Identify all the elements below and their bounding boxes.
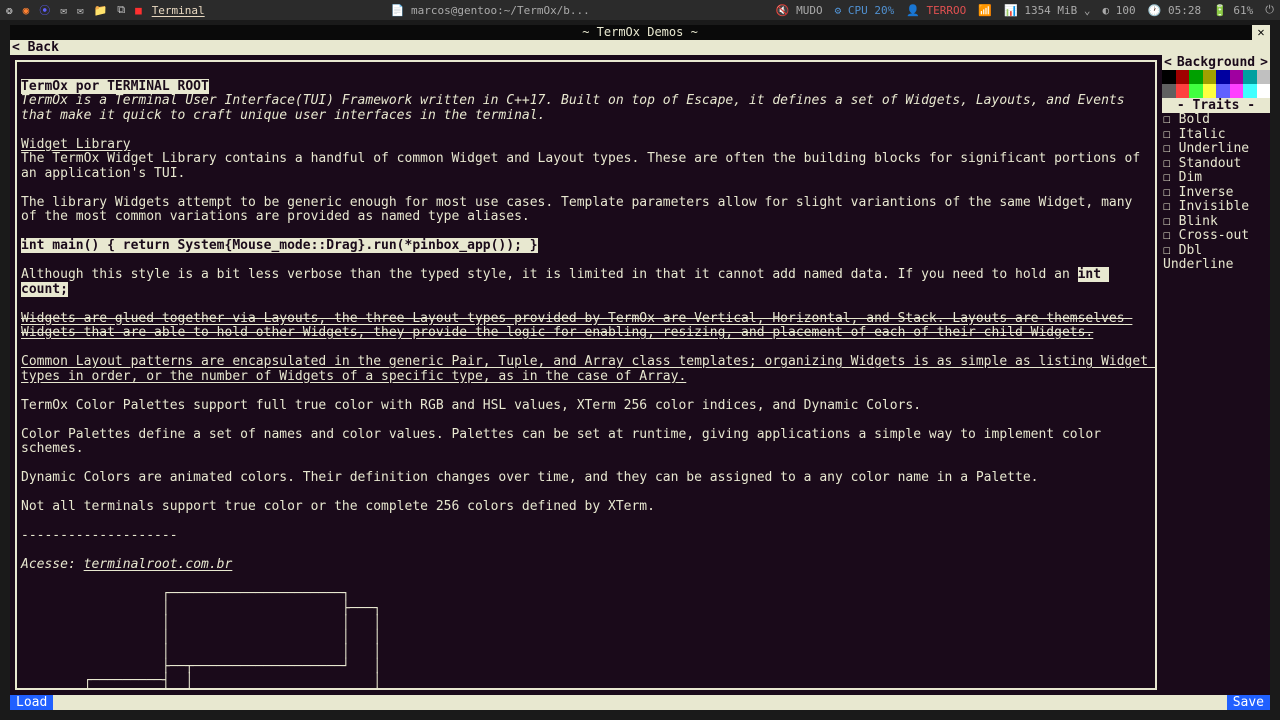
menu-icon[interactable]: ✉ bbox=[60, 4, 67, 17]
menu-icon[interactable]: ⧉ bbox=[117, 3, 125, 17]
palette-swatch[interactable] bbox=[1257, 84, 1271, 98]
doc-title: TermOx por TERMINAL ROOT bbox=[21, 79, 209, 94]
doc-access-label: Acesse: bbox=[21, 557, 84, 572]
color-palette[interactable] bbox=[1162, 70, 1270, 98]
doc-paragraph: Color Palettes define a set of names and… bbox=[21, 427, 1109, 457]
power-icon[interactable]: ⏻ bbox=[1265, 3, 1274, 17]
doc-paragraph: Dynamic Colors are animated colors. Thei… bbox=[21, 470, 1038, 485]
window-title: ~ TermOx Demos ~ bbox=[582, 25, 698, 39]
palette-swatch[interactable] bbox=[1230, 84, 1244, 98]
palette-swatch[interactable] bbox=[1203, 84, 1217, 98]
palette-swatch[interactable] bbox=[1176, 84, 1190, 98]
menu-icon[interactable]: ❂ bbox=[6, 4, 13, 17]
palette-swatch[interactable] bbox=[1216, 84, 1230, 98]
doc-paragraph: Although this style is a bit less verbos… bbox=[21, 267, 1078, 282]
status-mute[interactable]: 🔇 MUDO bbox=[776, 4, 823, 17]
palette-swatch[interactable] bbox=[1243, 70, 1257, 84]
menu-icon[interactable]: ◉ bbox=[23, 4, 30, 17]
doc-paragraph: TermOx Color Palettes support full true … bbox=[21, 398, 921, 413]
palette-swatch[interactable] bbox=[1162, 84, 1176, 98]
palette-swatch[interactable] bbox=[1176, 70, 1190, 84]
footer: Load Save bbox=[10, 695, 1270, 710]
app-window: ~ TermOx Demos ~ ✕ < Back TermOx por TER… bbox=[10, 25, 1270, 710]
doc-code: int main() { return System{Mouse_mode::D… bbox=[21, 238, 538, 253]
menu-icon[interactable]: ■ bbox=[135, 4, 142, 17]
menu-icon[interactable]: 📁 bbox=[94, 4, 108, 17]
palette-swatch[interactable] bbox=[1216, 70, 1230, 84]
status-wifi[interactable]: 📶 bbox=[978, 4, 992, 17]
trait-checkbox[interactable]: Dim bbox=[1162, 171, 1270, 186]
trait-checkbox[interactable]: Italic bbox=[1162, 128, 1270, 143]
trait-checkbox[interactable]: Standout bbox=[1162, 157, 1270, 172]
titlebar: ~ TermOx Demos ~ ✕ bbox=[10, 25, 1270, 40]
window-title-center: 📄 marcos@gentoo:~/TermOx/b... bbox=[213, 4, 768, 17]
trait-checkbox[interactable]: Dbl Underline bbox=[1162, 244, 1270, 273]
doc-heading: Widget Library bbox=[21, 137, 131, 152]
palette-swatch[interactable] bbox=[1189, 70, 1203, 84]
bg-prev[interactable]: < bbox=[1164, 55, 1172, 70]
doc-paragraph: Not all terminals support true color or … bbox=[21, 499, 655, 514]
trait-checkbox[interactable]: Inverse bbox=[1162, 186, 1270, 201]
trait-checkbox[interactable]: Underline bbox=[1162, 142, 1270, 157]
app-tab-terminal[interactable]: Terminal bbox=[152, 4, 205, 17]
doc-separator: -------------------- bbox=[21, 528, 178, 543]
status-clock: 🕐 05:28 bbox=[1148, 4, 1201, 17]
trait-checkbox[interactable]: Bold bbox=[1162, 113, 1270, 128]
doc-paragraph: TermOx is a Terminal User Interface(TUI)… bbox=[21, 93, 1132, 123]
traits-header: - Traits - bbox=[1162, 98, 1270, 113]
traits-list: BoldItalicUnderlineStandoutDimInverseInv… bbox=[1162, 113, 1270, 273]
close-button[interactable]: ✕ bbox=[1252, 25, 1270, 40]
bg-next[interactable]: > bbox=[1260, 55, 1268, 70]
status-mem: 📊 1354 MiB ⌄ bbox=[1004, 4, 1091, 17]
bg-title: Background bbox=[1177, 55, 1255, 70]
side-pane: < Background > - Traits - BoldItalicUnde… bbox=[1162, 55, 1270, 695]
menu-icon[interactable]: ✉ bbox=[77, 4, 84, 17]
main-pane: TermOx por TERMINAL ROOT TermOx is a Ter… bbox=[10, 55, 1162, 695]
doc-boxart: ┌──────────────────────┐ │ ├───┐ │ │ │ │… bbox=[21, 586, 381, 690]
status-cpu: ⚙ CPU 20% bbox=[835, 4, 895, 17]
doc-paragraph: The library Widgets attempt to be generi… bbox=[21, 195, 1140, 225]
status-brightness: ◐ 100 bbox=[1103, 4, 1136, 17]
doc-link[interactable]: terminalroot.com.br bbox=[84, 557, 233, 572]
status-battery: 🔋 61% bbox=[1213, 4, 1253, 17]
document-frame[interactable]: TermOx por TERMINAL ROOT TermOx is a Ter… bbox=[15, 60, 1157, 690]
palette-swatch[interactable] bbox=[1189, 84, 1203, 98]
back-button[interactable]: < Back bbox=[10, 40, 1270, 55]
menu-icon[interactable]: ⦿ bbox=[39, 2, 50, 18]
load-button[interactable]: Load bbox=[10, 695, 53, 710]
palette-swatch[interactable] bbox=[1162, 70, 1176, 84]
scrollbar[interactable] bbox=[15, 62, 17, 112]
palette-swatch[interactable] bbox=[1257, 70, 1271, 84]
os-menubar: ❂ ◉ ⦿ ✉ ✉ 📁 ⧉ ■ Terminal 📄 marcos@gentoo… bbox=[0, 0, 1280, 20]
trait-checkbox[interactable]: Invisible bbox=[1162, 200, 1270, 215]
status-user: 👤 TERROO bbox=[906, 4, 966, 17]
save-button[interactable]: Save bbox=[1227, 695, 1270, 710]
trait-checkbox[interactable]: Blink bbox=[1162, 215, 1270, 230]
trait-checkbox[interactable]: Cross-out bbox=[1162, 229, 1270, 244]
palette-swatch[interactable] bbox=[1243, 84, 1257, 98]
doc-paragraph: The TermOx Widget Library contains a han… bbox=[21, 151, 1148, 181]
background-header: < Background > bbox=[1162, 55, 1270, 70]
doc-paragraph: Common Layout patterns are encapsulated … bbox=[21, 354, 1156, 384]
doc-paragraph: Widgets are glued together via Layouts, … bbox=[21, 311, 1132, 341]
palette-swatch[interactable] bbox=[1203, 70, 1217, 84]
palette-swatch[interactable] bbox=[1230, 70, 1244, 84]
